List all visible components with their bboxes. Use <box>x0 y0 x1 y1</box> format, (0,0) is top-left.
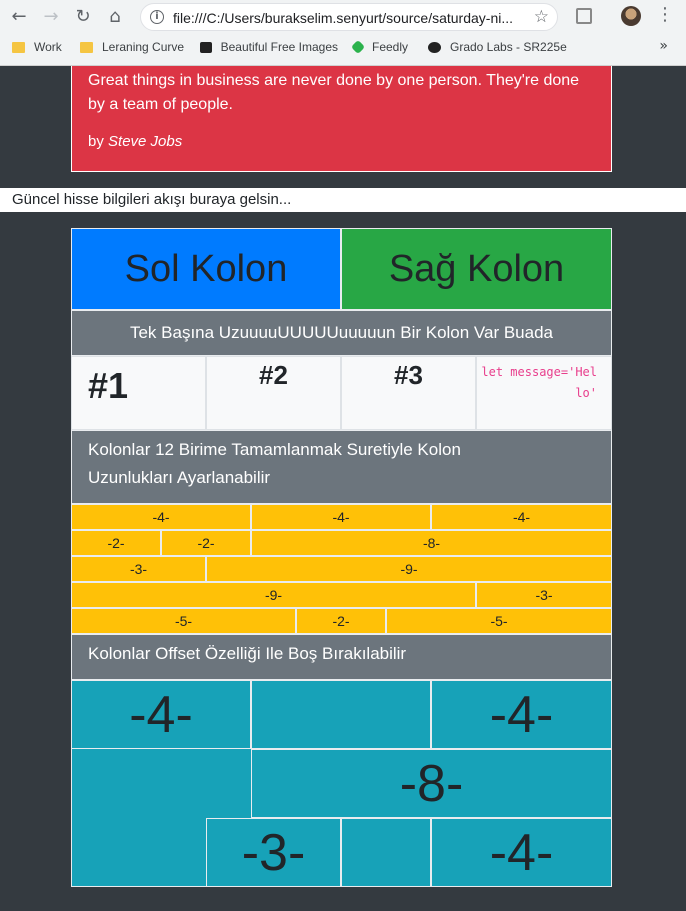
col-8: -8- <box>251 530 612 556</box>
address-bar[interactable]: i file:///C:/Users/burakselim.senyurt/so… <box>140 3 558 31</box>
bookmark-label: Grado Labs - SR225e <box>450 40 567 54</box>
folder-icon <box>12 41 25 53</box>
bookmark-work[interactable]: Work <box>12 40 62 54</box>
number-cell-1: #1 <box>71 356 206 430</box>
twelve-unit-title: Kolonlar 12 Birime Tamamlanmak Suretiyle… <box>71 430 612 504</box>
bookmarks-bar: Work Leraning Curve Beautiful Free Image… <box>0 36 686 60</box>
menu-kebab-icon[interactable]: ⋮ <box>656 4 674 25</box>
right-column: Sağ Kolon <box>341 228 612 310</box>
col-5: -5- <box>386 608 612 634</box>
offset-col-3: -3- <box>206 818 341 887</box>
back-arrow-icon[interactable]: ← <box>8 5 30 27</box>
home-icon[interactable]: ⌂ <box>104 5 126 27</box>
quote-text: Great things in business are never done … <box>88 72 580 113</box>
offset-col-4: -4- <box>431 818 612 887</box>
offset-title: Kolonlar Offset Özelliği Ile Boş Bırakıl… <box>71 634 612 680</box>
code-cell: let message='Hello' <box>476 356 612 430</box>
bookmark-star-icon[interactable]: ☆ <box>534 7 549 27</box>
more-bookmarks-icon[interactable]: » <box>659 38 668 54</box>
browser-chrome: ← → ↻ ⌂ i file:///C:/Users/burakselim.se… <box>0 0 686 66</box>
col-4: -4- <box>251 504 431 530</box>
quote-attribution: by Steve Jobs <box>88 133 595 150</box>
bookmark-label: Beautiful Free Images <box>220 40 338 54</box>
col-5: -5- <box>71 608 296 634</box>
offset-empty <box>251 680 431 749</box>
quote-card: Great things in business are never done … <box>71 66 612 172</box>
url-text[interactable]: file:///C:/Users/burakselim.senyurt/sour… <box>173 10 513 26</box>
col-2: -2- <box>296 608 386 634</box>
col-4: -4- <box>431 504 612 530</box>
quote-author: Steve Jobs <box>108 133 183 150</box>
left-column: Sol Kolon <box>71 228 341 310</box>
bookmark-label: Work <box>34 40 62 54</box>
bookmark-leraning-curve[interactable]: Leraning Curve <box>80 40 184 54</box>
col-3: -3- <box>476 582 612 608</box>
bookmark-label: Feedly <box>372 40 409 54</box>
folder-icon <box>80 41 93 53</box>
offset-col-4: -4- <box>431 680 612 749</box>
col-3: -3- <box>71 556 206 582</box>
col-9: -9- <box>71 582 476 608</box>
col-2: -2- <box>71 530 161 556</box>
number-cell-3: #3 <box>341 356 476 430</box>
camera-icon <box>200 41 212 53</box>
bookmark-beautiful-free-images[interactable]: Beautiful Free Images <box>200 40 338 54</box>
reload-icon[interactable]: ↻ <box>72 5 94 27</box>
bookmark-label: Leraning Curve <box>102 40 185 54</box>
grado-icon <box>428 41 441 53</box>
extension-icon[interactable] <box>576 8 592 24</box>
bookmark-feedly[interactable]: Feedly <box>350 39 409 55</box>
col-4: -4- <box>71 504 251 530</box>
bookmark-grado-labs[interactable]: Grado Labs - SR225e <box>428 40 567 54</box>
site-info-icon[interactable]: i <box>150 10 164 24</box>
stock-ticker: Güncel hisse bilgileri akışı buraya gels… <box>0 188 686 212</box>
single-column: Tek Başına UzuuuuUUUUUuuuuun Bir Kolon V… <box>71 310 612 356</box>
col-2: -2- <box>161 530 251 556</box>
offset-empty <box>341 818 431 887</box>
forward-arrow-icon[interactable]: → <box>40 5 62 27</box>
offset-col-8: -8- <box>251 749 612 818</box>
col-9: -9- <box>206 556 612 582</box>
number-cell-2: #2 <box>206 356 341 430</box>
offset-col-4: -4- <box>71 680 251 749</box>
quote-by-prefix: by <box>88 133 109 150</box>
profile-avatar[interactable] <box>621 6 641 26</box>
feedly-icon <box>350 39 366 55</box>
